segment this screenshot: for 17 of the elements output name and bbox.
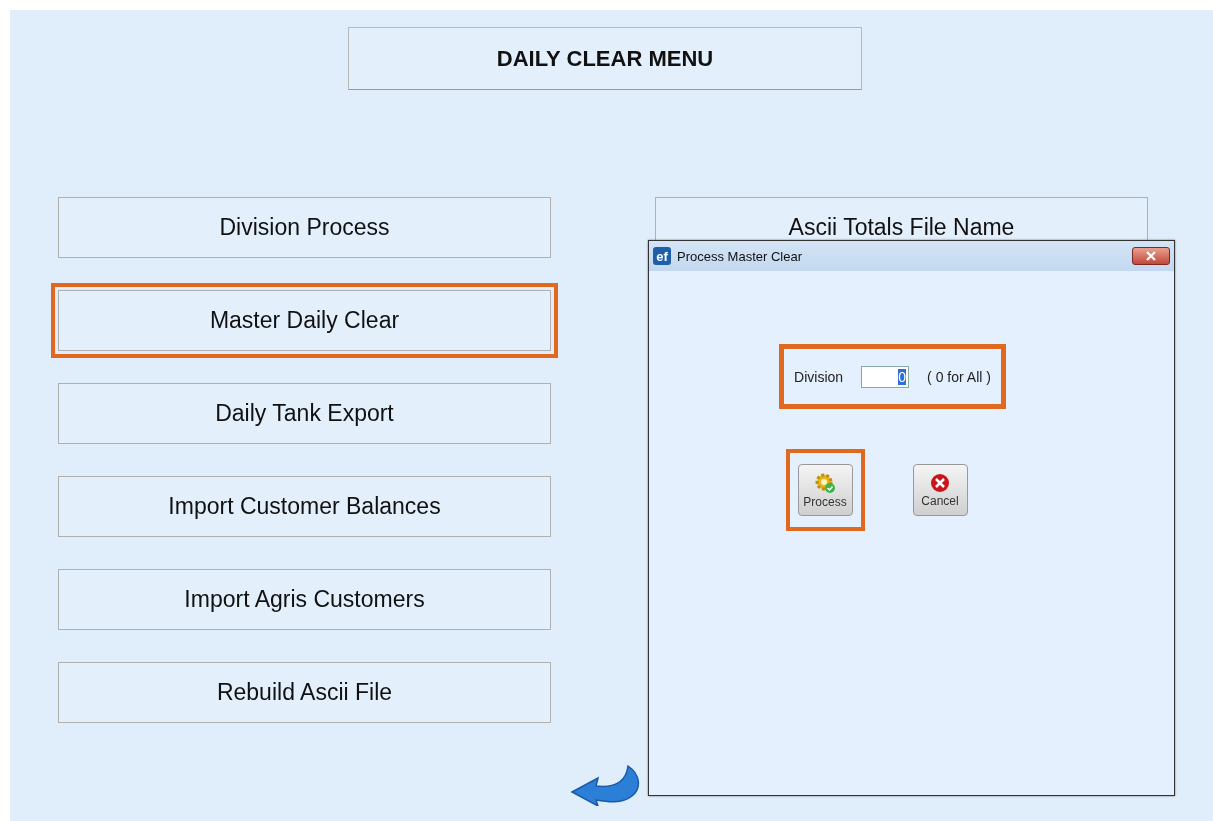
app-logo: ef [653,247,671,265]
field-hint: ( 0 for All ) [927,368,991,385]
cancel-button[interactable]: Cancel [912,464,968,516]
cancel-icon [930,472,950,493]
menu-button[interactable]: Import Agris Customers [58,569,551,630]
menu-button[interactable]: Master Daily Clear [58,290,551,351]
menu-button[interactable]: Division Process [58,197,551,258]
gear-icon [814,471,836,494]
field-label: Division [794,368,844,385]
menu-title: DAILY CLEAR MENU [348,27,862,90]
close-icon [1145,251,1157,261]
menu-button[interactable]: Import Customer Balances [58,476,551,537]
input-field[interactable]: 0 [861,365,910,388]
menu-button[interactable]: Daily Tank Export [58,383,551,444]
process-button[interactable]: Process [797,464,853,516]
close-button[interactable] [1132,247,1170,265]
menu-button[interactable]: Rebuild Ascii File [58,662,551,723]
